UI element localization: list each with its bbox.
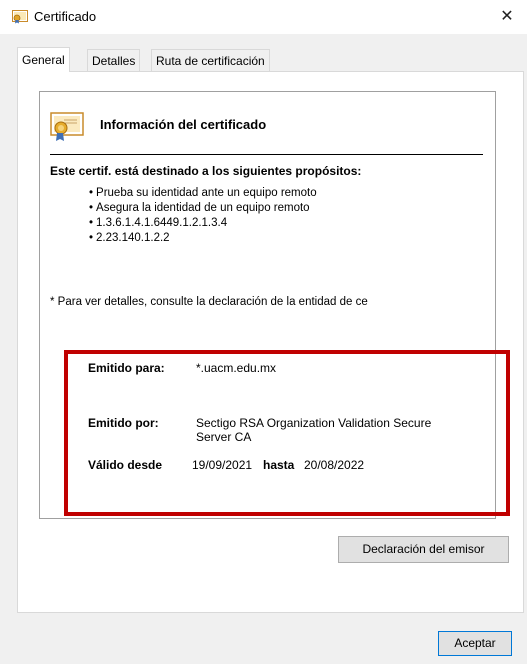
purpose-item: Prueba su identidad ante un equipo remot… [89, 186, 317, 201]
issued-by-value-line2: Server CA [196, 430, 252, 444]
issued-by-label: Emitido por: [88, 416, 159, 430]
tab-detalles[interactable]: Detalles [87, 49, 141, 72]
info-title: Información del certificado [100, 117, 267, 132]
title-bar: Certificado ✕ [0, 0, 527, 34]
tab-general[interactable]: General [17, 47, 70, 72]
issued-to-label: Emitido para: [88, 361, 165, 375]
tab-panel-general: Información del certificado Este certif.… [17, 71, 524, 613]
certificate-icon [50, 112, 84, 141]
certificate-info-box: Información del certificado Este certif.… [39, 91, 510, 519]
tab-ruta-certificacion[interactable]: Ruta de certificación [151, 49, 270, 72]
certificate-icon [12, 10, 28, 24]
issued-to-value: *.uacm.edu.mx [196, 361, 277, 375]
valid-to-value: 20/08/2022 [304, 458, 365, 472]
footnote: * Para ver detalles, consulte la declara… [50, 296, 368, 308]
purpose-heading: Este certif. está destinado a los siguie… [50, 164, 362, 178]
purpose-list: Prueba su identidad ante un equipo remot… [89, 186, 317, 246]
purpose-item: 1.3.6.1.4.1.6449.1.2.1.3.4 [89, 216, 317, 231]
issued-by-value-line1: Sectigo RSA Organization Validation Secu… [196, 416, 432, 430]
divider [50, 154, 483, 155]
ok-button[interactable]: Aceptar [438, 631, 512, 656]
close-button[interactable]: ✕ [487, 0, 527, 34]
window-title: Certificado [34, 9, 97, 24]
purpose-item: 2.23.140.1.2.2 [89, 231, 317, 246]
valid-to-label: hasta [263, 458, 295, 472]
close-icon: ✕ [500, 8, 514, 25]
valid-from-value: 19/09/2021 [192, 458, 253, 472]
issuer-statement-button[interactable]: Declaración del emisor [338, 536, 509, 563]
purpose-item: Asegura la identidad de un equipo remoto [89, 201, 317, 216]
valid-from-label: Válido desde [88, 458, 163, 472]
